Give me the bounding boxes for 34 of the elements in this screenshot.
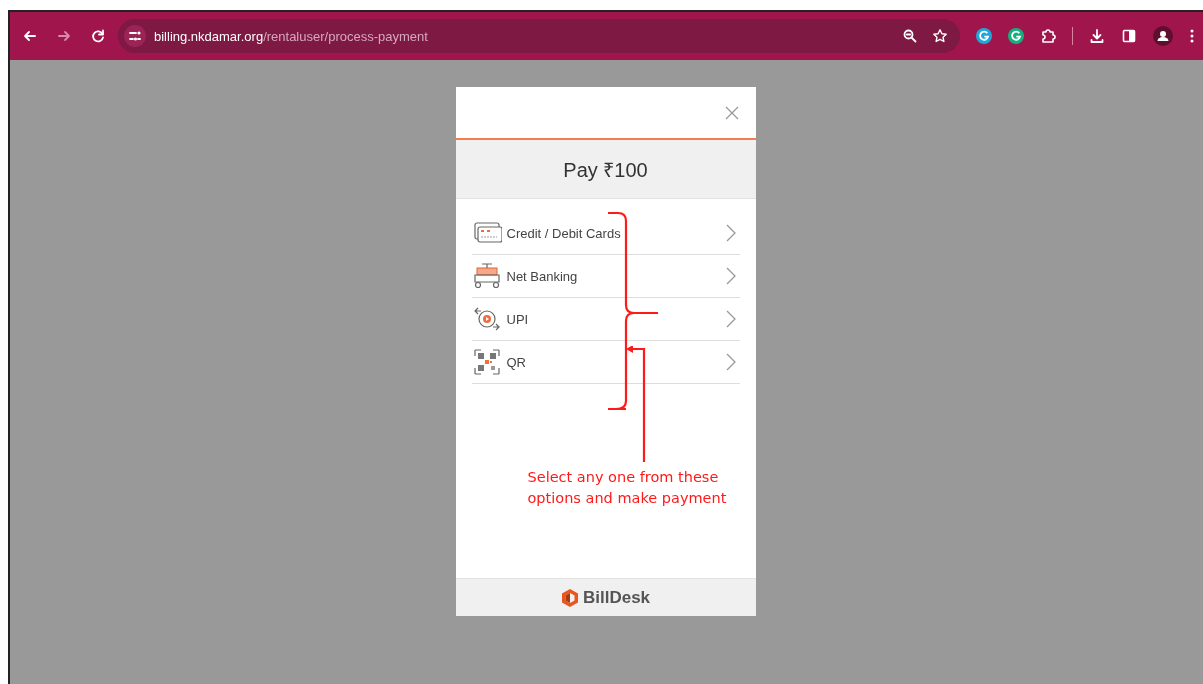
chevron-right-icon (725, 267, 736, 285)
zoom-icon[interactable] (902, 28, 918, 44)
g-circle-icon[interactable] (976, 28, 992, 44)
url-text: billing.nkdamar.org/rentaluser/process-payment (154, 28, 428, 44)
option-label: QR (506, 354, 527, 370)
star-icon[interactable] (932, 28, 948, 44)
bank-icon (471, 261, 502, 291)
brand-name: BillDesk (582, 587, 651, 608)
payment-option[interactable]: QR (471, 341, 740, 384)
g-circle-icon[interactable] (1008, 28, 1024, 44)
option-label: Net Banking (506, 268, 579, 284)
site-settings-icon[interactable] (124, 25, 146, 47)
puzzle-icon[interactable] (1040, 28, 1056, 44)
back-icon[interactable] (22, 28, 38, 44)
close-icon[interactable] (724, 105, 739, 120)
reload-icon[interactable] (90, 28, 106, 44)
chevron-right-icon (725, 353, 736, 371)
download-icon[interactable] (1089, 28, 1105, 44)
chevron-right-icon (725, 224, 736, 242)
hexagon-logo-icon (560, 587, 579, 608)
payment-option[interactable]: UPI (471, 298, 740, 341)
qr-icon (471, 347, 502, 377)
chevron-right-icon (725, 310, 736, 328)
option-label: Credit / Debit Cards (506, 225, 622, 241)
address-bar[interactable]: billing.nkdamar.org/rentaluser/process-payment (118, 19, 960, 53)
payment-option[interactable]: Net Banking (471, 255, 740, 298)
option-label: UPI (506, 311, 530, 327)
forward-icon[interactable] (56, 28, 72, 44)
payment-option[interactable]: Credit / Debit Cards (471, 212, 740, 255)
profile-icon[interactable] (1153, 26, 1173, 46)
annotation-text: Select any one from these options and make payment (527, 468, 728, 508)
amount-title: Pay ₹100 (563, 157, 648, 183)
menu-icon[interactable] (1189, 28, 1195, 44)
side-panel-icon[interactable] (1121, 28, 1137, 44)
